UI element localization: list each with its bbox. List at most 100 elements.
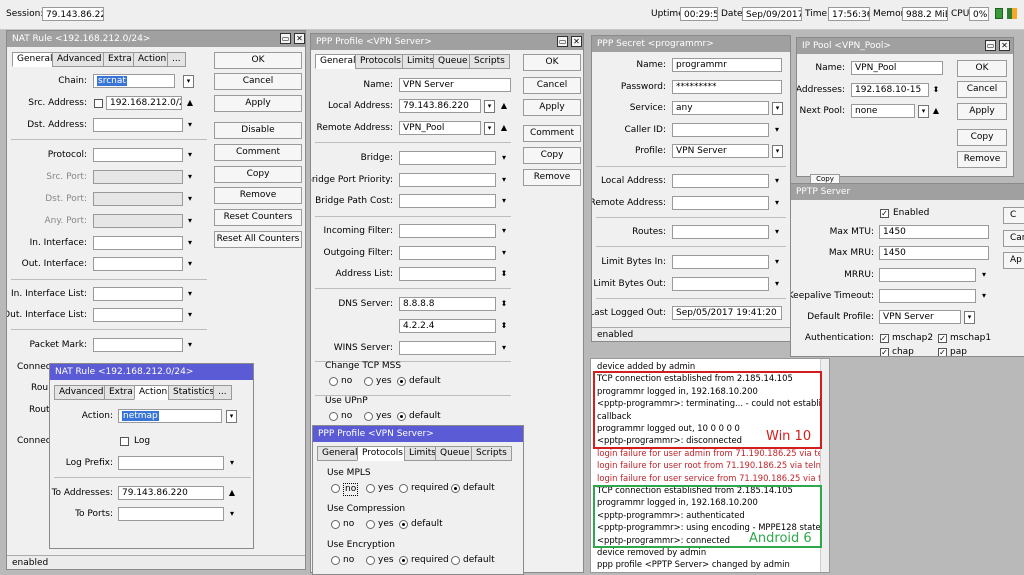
close-icon[interactable]: ✕ — [294, 33, 305, 44]
tcp-mss-yes-radio[interactable] — [364, 377, 373, 386]
tab-scripts[interactable]: Scripts — [471, 446, 512, 461]
close-icon[interactable]: ✕ — [999, 40, 1010, 51]
outgoing-filter-input[interactable] — [399, 246, 496, 260]
dropdown-icon[interactable]: ▾ — [772, 102, 783, 115]
incoming-filter-input[interactable] — [399, 224, 496, 238]
caller-id-input[interactable] — [672, 123, 769, 137]
dropdown-icon[interactable]: ▾ — [499, 246, 509, 260]
comment-button[interactable]: Comment — [214, 144, 302, 161]
dropdown-icon[interactable]: ▾ — [772, 196, 782, 210]
action-select[interactable]: netmap — [118, 409, 222, 423]
remove-button[interactable]: Remove — [957, 151, 1007, 168]
dropdown-icon[interactable]: ▾ — [227, 456, 237, 470]
collapse-up-icon[interactable]: ▲ — [931, 104, 941, 118]
reset-counters-button[interactable]: Reset Counters — [214, 209, 302, 226]
log-prefix-input[interactable] — [118, 456, 224, 470]
tab-scripts[interactable]: Scripts — [469, 54, 510, 69]
bridge-path-cost-input[interactable] — [399, 194, 496, 208]
dropdown-icon[interactable]: ▾ — [499, 151, 509, 165]
cancel-button[interactable]: Car — [1003, 230, 1024, 247]
maximize-icon[interactable]: ▭ — [557, 36, 568, 47]
dropdown-icon[interactable]: ▾ — [499, 173, 509, 187]
dropdown-icon[interactable]: ▾ — [772, 277, 782, 291]
enc-default-radio[interactable] — [451, 556, 460, 565]
dropdown-icon[interactable]: ▾ — [185, 170, 195, 184]
dns-server-input-2[interactable]: 4.2.2.4 — [399, 319, 496, 333]
copy-button[interactable]: Copy — [214, 166, 302, 183]
dropdown-icon[interactable]: ▾ — [484, 100, 495, 113]
local-address-input[interactable] — [672, 174, 769, 188]
remove-button[interactable]: Remove — [214, 187, 302, 204]
comp-default-radio[interactable] — [399, 520, 408, 529]
tab-general[interactable]: General — [317, 446, 363, 461]
apply-button[interactable]: Apply — [214, 95, 302, 112]
tab-general[interactable]: General — [12, 52, 58, 67]
tab-action[interactable]: Action — [133, 52, 172, 67]
copy-button[interactable]: Copy — [957, 129, 1007, 146]
dst-address-input[interactable] — [93, 118, 183, 132]
out-interface-input[interactable] — [93, 257, 183, 271]
remote-address-input[interactable]: VPN_Pool — [399, 121, 481, 135]
to-ports-input[interactable] — [118, 507, 224, 521]
enc-required-radio[interactable] — [399, 556, 408, 565]
collapse-up-icon[interactable]: ▲ — [227, 486, 237, 500]
to-addresses-input[interactable]: 79.143.86.220 — [118, 486, 224, 500]
dropdown-icon[interactable]: ▾ — [772, 174, 782, 188]
src-invert-checkbox[interactable] — [94, 99, 103, 108]
reset-all-counters-button[interactable]: Reset All Counters — [214, 231, 302, 248]
remove-button[interactable]: Remove — [523, 169, 581, 186]
dropdown-icon[interactable]: ▾ — [979, 268, 989, 282]
tab-protocols[interactable]: Protocols — [355, 54, 406, 69]
mpls-yes-radio[interactable] — [366, 484, 375, 493]
mschap2-checkbox[interactable]: ✓ — [880, 334, 889, 343]
default-profile-select[interactable]: VPN Server — [879, 310, 961, 324]
dropdown-icon[interactable]: ▾ — [499, 194, 509, 208]
mpls-required-radio[interactable] — [399, 484, 408, 493]
enc-yes-radio[interactable] — [366, 556, 375, 565]
service-select[interactable]: any — [672, 101, 769, 115]
out-interface-list-input[interactable] — [93, 308, 183, 322]
name-input[interactable]: VPN Server — [399, 78, 511, 92]
copy-button[interactable]: Copy — [523, 147, 581, 164]
keepalive-timeout-input[interactable] — [879, 289, 976, 303]
tcp-mss-no-radio[interactable] — [329, 377, 338, 386]
apply-button[interactable]: Ap — [1003, 252, 1024, 269]
mschap1-checkbox[interactable]: ✓ — [938, 334, 947, 343]
maximize-icon[interactable]: ▭ — [985, 40, 996, 51]
tab-protocols[interactable]: Protocols — [357, 446, 408, 461]
dropdown-icon[interactable]: ▾ — [185, 338, 195, 352]
dns-server-input-1[interactable]: 8.8.8.8 — [399, 297, 496, 311]
chap-checkbox[interactable]: ✓ — [880, 348, 889, 356]
upnp-yes-radio[interactable] — [364, 412, 373, 421]
apply-button[interactable]: Apply — [523, 99, 581, 116]
comment-button[interactable]: Comment — [523, 125, 581, 142]
dst-port-input[interactable] — [93, 192, 183, 206]
profile-select[interactable]: VPN Server — [672, 144, 769, 158]
tab-advanced[interactable]: Advanced — [54, 385, 109, 400]
limit-bytes-in-input[interactable] — [672, 255, 769, 269]
spin-icon[interactable]: ⬍ — [499, 319, 509, 333]
upnp-default-radio[interactable] — [397, 412, 406, 421]
dropdown-icon[interactable]: ▾ — [772, 123, 782, 137]
ok-button[interactable]: OK — [957, 60, 1007, 77]
maximize-icon[interactable]: ▭ — [280, 33, 291, 44]
local-address-input[interactable]: 79.143.86.220 — [399, 99, 481, 113]
dropdown-icon[interactable]: ▾ — [918, 105, 929, 118]
dropdown-icon[interactable]: ▾ — [227, 507, 237, 521]
tab-queue[interactable]: Queue — [435, 446, 475, 461]
dropdown-icon[interactable]: ▾ — [964, 311, 975, 324]
close-icon[interactable]: ✕ — [571, 36, 582, 47]
tab-more[interactable]: ... — [167, 52, 186, 67]
src-port-input[interactable] — [93, 170, 183, 184]
dropdown-icon[interactable]: ▾ — [185, 118, 195, 132]
packet-mark-input[interactable] — [93, 338, 183, 352]
tab-queue[interactable]: Queue — [433, 54, 473, 69]
mpls-default-radio[interactable] — [451, 484, 460, 493]
tab-advanced[interactable]: Advanced — [52, 52, 107, 67]
limit-bytes-out-input[interactable] — [672, 277, 769, 291]
chain-select[interactable]: srcnat — [93, 74, 175, 88]
max-mru-input[interactable]: 1450 — [879, 246, 989, 260]
dropdown-icon[interactable]: ▾ — [185, 236, 195, 250]
tcp-mss-default-radio[interactable] — [397, 377, 406, 386]
cancel-button[interactable]: Cancel — [957, 81, 1007, 98]
